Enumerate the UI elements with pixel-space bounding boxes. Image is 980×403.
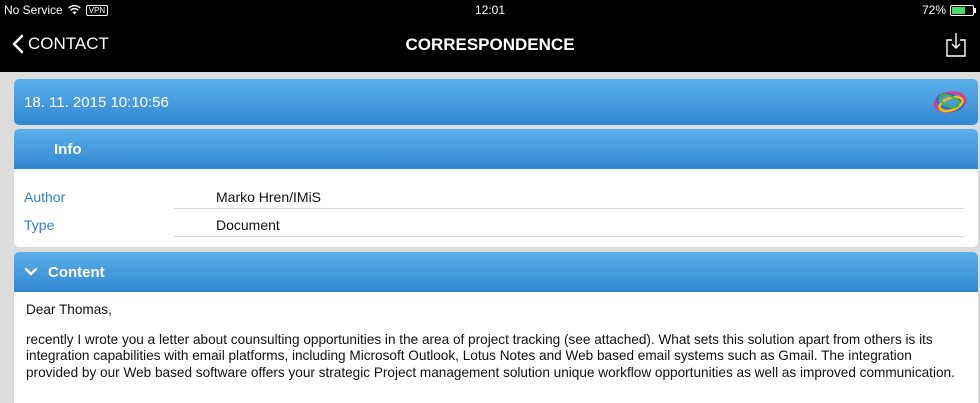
status-time: 12:01 (474, 3, 506, 17)
share-download-icon[interactable] (944, 32, 968, 58)
info-row-type: Type Document (14, 211, 978, 237)
content-section-header[interactable]: Content (14, 252, 978, 292)
page-title: CORRESPONDENCE (405, 35, 575, 54)
info-section-title: Info (54, 140, 82, 158)
message-greeting: Dear Thomas, (26, 302, 112, 317)
battery-percent: 72% (921, 3, 946, 17)
back-button-label: CONTACT (28, 34, 109, 53)
info-card: Info Author Marko Hren/IMiS Type Documen… (14, 129, 978, 247)
chevron-left-icon (12, 34, 24, 54)
info-key: Type (24, 217, 55, 233)
header-card: 18. 11. 2015 10:10:56 (14, 79, 978, 125)
message-paragraph: recently I wrote you a letter about coun… (26, 331, 955, 380)
info-value: Marko Hren/IMiS (216, 189, 322, 205)
status-right: 72% (921, 3, 976, 17)
status-bar: No Service VPN 12:01 72% (0, 0, 980, 20)
chevron-down-icon (24, 267, 38, 276)
info-section-header: Info (14, 129, 978, 169)
info-row-author: Author Marko Hren/IMiS (14, 183, 978, 209)
content-card: Content Dear Thomas, recently I wrote yo… (14, 252, 978, 403)
info-value: Document (216, 217, 280, 233)
battery-fill (952, 6, 966, 14)
message-body: Dear Thomas, recently I wrote you a lett… (14, 292, 978, 381)
back-button[interactable]: CONTACT (12, 34, 109, 54)
swirl-logo-icon (933, 91, 967, 113)
row-divider (174, 208, 964, 209)
content-section-title: Content (48, 263, 105, 281)
row-divider (174, 236, 964, 237)
navigation-bar: CONTACT CORRESPONDENCE (0, 20, 980, 72)
datetime-label: 18. 11. 2015 10:10:56 (24, 93, 169, 111)
datetime-bar: 18. 11. 2015 10:10:56 (14, 79, 978, 125)
info-key: Author (24, 189, 66, 205)
battery-icon (950, 4, 976, 16)
